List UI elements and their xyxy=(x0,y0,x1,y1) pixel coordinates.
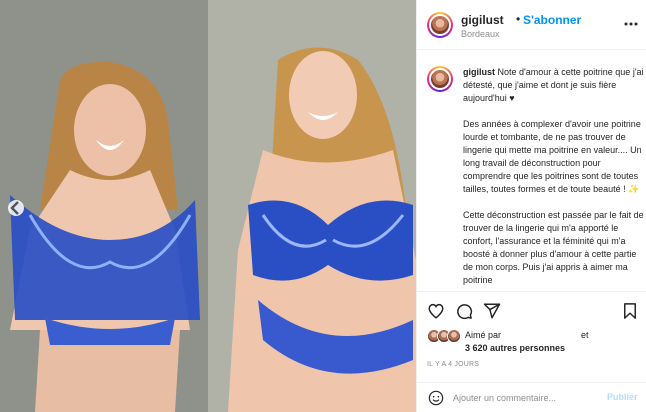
author-avatar[interactable] xyxy=(427,12,453,38)
smiley-icon[interactable] xyxy=(428,390,444,406)
post-location[interactable]: Bordeaux xyxy=(461,29,500,39)
comment-icon[interactable] xyxy=(455,302,473,320)
follow-button[interactable]: S'abonner xyxy=(523,13,581,27)
header-separator: • xyxy=(516,12,521,26)
post-photo-1 xyxy=(0,0,208,412)
post-header: gigilust • S'abonner Bordeaux xyxy=(417,0,646,50)
carousel-prev-icon[interactable] xyxy=(8,200,24,216)
liked-and-label: et xyxy=(581,330,589,340)
liked-by-label: Aimé par xyxy=(465,330,502,340)
likes-count-link[interactable]: 3 620 autres personnes xyxy=(465,343,565,353)
heart-icon[interactable] xyxy=(427,302,445,320)
post-timestamp[interactable]: IL Y A 4 JOURS xyxy=(427,361,479,368)
caption-paragraph-1: gigilust Note d'amour à cette poitrine q… xyxy=(463,66,645,105)
photo-1-illustration xyxy=(0,0,208,412)
send-icon[interactable] xyxy=(483,302,501,320)
post-actions xyxy=(417,291,646,327)
likes-summary: Aimé par et 3 620 autres personnes xyxy=(427,327,642,357)
more-horizontal-icon[interactable] xyxy=(623,16,639,32)
publish-button[interactable]: Publier xyxy=(607,392,638,402)
photo-2-illustration xyxy=(208,0,416,412)
caption-area: gigilust Note d'amour à cette poitrine q… xyxy=(417,51,646,291)
bookmark-icon[interactable] xyxy=(621,302,639,320)
author-username[interactable]: gigilust xyxy=(461,13,504,27)
caption-username[interactable]: gigilust xyxy=(463,67,495,77)
post-photo-2 xyxy=(208,0,416,412)
comment-bar: Publier xyxy=(417,382,646,412)
liker-avatar-3[interactable] xyxy=(447,329,461,343)
post-side-panel: gigilust • S'abonner Bordeaux gigilust N… xyxy=(416,0,646,412)
comment-input[interactable] xyxy=(453,389,598,407)
caption-paragraph-2: Des années à complexer d'avoir une poitr… xyxy=(463,119,642,194)
post-media-carousel[interactable] xyxy=(0,0,416,412)
caption-paragraph-3: Cette déconstruction est passée par le f… xyxy=(463,210,644,285)
caption-avatar[interactable] xyxy=(427,66,453,92)
post-caption: gigilust Note d'amour à cette poitrine q… xyxy=(463,66,645,291)
